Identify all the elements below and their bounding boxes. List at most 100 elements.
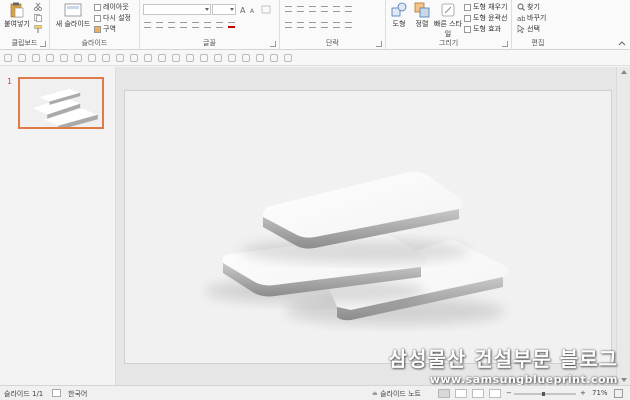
qat-icon[interactable] — [256, 53, 264, 62]
qat-icon[interactable] — [242, 53, 250, 62]
find-icon — [517, 3, 525, 11]
replace-button[interactable]: ab 바꾸기 — [517, 13, 546, 23]
italic-icon[interactable] — [156, 22, 163, 28]
shape-fill-button[interactable]: 도형 채우기 — [464, 2, 507, 12]
char-spacing-icon[interactable] — [204, 22, 211, 28]
decrease-indent-icon[interactable] — [309, 6, 316, 12]
shape-outline-label: 도형 윤곽선 — [473, 14, 508, 22]
text-direction-icon[interactable] — [333, 22, 340, 28]
cut-icon[interactable] — [34, 3, 42, 11]
slides-group: 새 슬라이드 레이아웃 다시 설정 구역 슬라이드 — [50, 0, 140, 50]
drawing-launcher[interactable] — [502, 41, 508, 47]
justify-icon[interactable] — [321, 22, 328, 28]
section-button[interactable]: 구역 — [94, 24, 116, 34]
qat-icon[interactable] — [18, 53, 26, 62]
align-center-icon[interactable] — [297, 22, 304, 28]
qat-icon[interactable] — [144, 53, 152, 62]
bullets-icon[interactable] — [285, 6, 292, 12]
select-button[interactable]: 선택 — [517, 24, 540, 34]
align-left-icon[interactable] — [285, 22, 292, 28]
layout-icon — [94, 3, 101, 11]
paste-icon — [10, 2, 24, 18]
arrange-icon — [414, 2, 430, 18]
align-text-icon[interactable] — [345, 22, 352, 28]
qat-icon[interactable] — [200, 53, 208, 62]
qat-icon[interactable] — [88, 53, 96, 62]
paragraph-row-2[interactable] — [285, 22, 352, 28]
spell-check-icon[interactable] — [52, 389, 61, 397]
quick-access-toolbar — [0, 50, 630, 66]
svg-text:A: A — [240, 6, 246, 14]
arrange-button[interactable]: 정렬 — [411, 2, 433, 29]
language-label[interactable]: 한국어 — [68, 389, 87, 399]
format-painter-icon[interactable] — [34, 25, 42, 33]
reset-button[interactable]: 다시 설정 — [94, 13, 131, 23]
line-spacing-icon[interactable] — [333, 6, 340, 12]
section-label: 구역 — [103, 25, 116, 33]
qat-icon[interactable] — [130, 53, 138, 62]
replace-label: 바꾸기 — [527, 14, 547, 22]
paragraph-row-1[interactable] — [285, 6, 352, 12]
shape-effects-button[interactable]: 도형 효과 — [464, 24, 501, 34]
columns-icon[interactable] — [345, 6, 352, 12]
increase-indent-icon[interactable] — [321, 6, 328, 12]
notes-button[interactable]: ≐ 슬라이드 노트 — [372, 389, 421, 399]
paragraph-launcher[interactable] — [376, 41, 382, 47]
qat-icon[interactable] — [74, 53, 82, 62]
qat-icon[interactable] — [228, 53, 236, 62]
fit-slide-icon[interactable] — [614, 389, 623, 398]
font-color-icon[interactable] — [228, 22, 235, 28]
qat-icon[interactable] — [284, 53, 292, 62]
change-case-icon[interactable] — [216, 22, 223, 28]
qat-icon[interactable] — [102, 53, 110, 62]
qat-icon[interactable] — [60, 53, 68, 62]
font-format-row[interactable] — [144, 22, 235, 28]
paragraph-group: 단락 — [280, 0, 386, 50]
shape-outline-button[interactable]: 도형 윤곽선 — [464, 13, 507, 23]
quick-styles-button[interactable]: 빠른 스타일 — [434, 2, 462, 39]
zoom-slider[interactable] — [514, 392, 576, 396]
copy-icon[interactable] — [34, 14, 42, 22]
clipboard-launcher[interactable] — [40, 41, 46, 47]
reset-icon — [94, 14, 101, 22]
align-right-icon[interactable] — [309, 22, 316, 28]
font-size-grow-shrink-icons[interactable]: A A — [240, 5, 276, 14]
qat-icon[interactable] — [46, 53, 54, 62]
numbering-icon[interactable] — [297, 6, 304, 12]
qat-icon[interactable] — [158, 53, 166, 62]
qat-icon[interactable] — [116, 53, 124, 62]
font-group-label: 글꼴 — [203, 39, 216, 47]
qat-icon[interactable] — [32, 53, 40, 62]
vertical-scrollbar[interactable] — [616, 67, 630, 385]
find-button[interactable]: 찾기 — [517, 2, 540, 12]
font-size-combo[interactable] — [212, 4, 236, 15]
zoom-in-button[interactable]: + — [580, 389, 586, 397]
view-buttons[interactable] — [438, 389, 502, 398]
scroll-up-icon[interactable] — [621, 70, 627, 74]
qat-icon[interactable] — [4, 53, 12, 62]
slide-thumbnail[interactable] — [18, 77, 104, 131]
thumbnail-pane: 1 — [0, 67, 116, 385]
underline-icon[interactable] — [168, 22, 175, 28]
qat-icon[interactable] — [172, 53, 180, 62]
editing-group-label: 편집 — [531, 39, 545, 47]
qat-icon[interactable] — [214, 53, 222, 62]
font-launcher[interactable] — [270, 41, 276, 47]
qat-icon[interactable] — [270, 53, 278, 62]
font-name-combo[interactable] — [143, 4, 211, 15]
new-slide-button[interactable]: 새 슬라이드 — [53, 2, 93, 29]
collapse-ribbon-icon[interactable] — [618, 40, 626, 46]
quick-styles-icon — [441, 3, 455, 17]
zoom-level[interactable]: 71% — [592, 389, 608, 397]
shadow-icon[interactable] — [180, 22, 187, 28]
paste-button[interactable]: 붙여넣기 — [3, 2, 31, 29]
qat-icon[interactable] — [186, 53, 194, 62]
bold-icon[interactable] — [144, 22, 151, 28]
zoom-out-button[interactable]: − — [506, 389, 512, 397]
scroll-down-icon[interactable] — [621, 378, 627, 382]
strikethrough-icon[interactable] — [192, 22, 199, 28]
main-slide[interactable] — [124, 90, 612, 364]
watermark-title: 삼성물산 건설부문 블로그 — [388, 347, 618, 371]
layout-button[interactable]: 레이아웃 — [94, 2, 129, 12]
shapes-button[interactable]: 도형 — [388, 2, 410, 29]
